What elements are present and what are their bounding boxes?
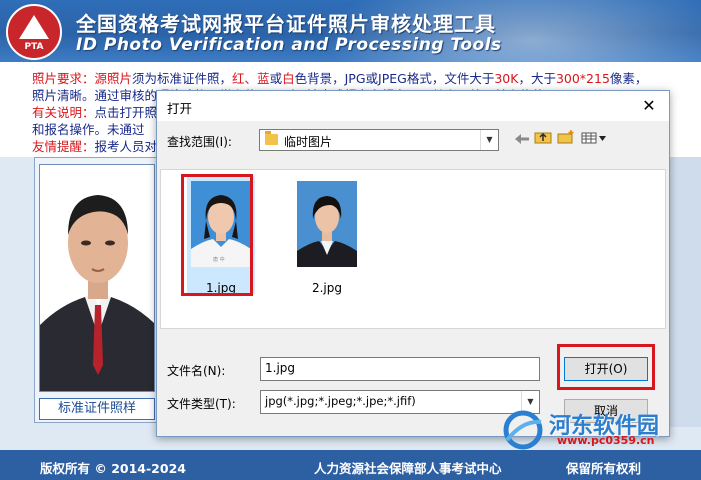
file-item-2[interactable]: 2.jpg [293, 176, 361, 295]
pta-logo-icon: PTA [6, 4, 62, 60]
file-name-2: 2.jpg [311, 281, 343, 295]
dialog-titlebar: 打开 ✕ [157, 91, 669, 121]
background-right-strip [666, 157, 701, 427]
app-header: PTA 全国资格考试网报平台证件照片审核处理工具 ID Photo Verifi… [0, 0, 701, 62]
app-title-english: ID Photo Verification and Processing Too… [76, 35, 502, 55]
filename-label: 文件名(N): [167, 364, 226, 378]
look-in-value: 临时图片 [284, 135, 333, 149]
sample-portrait-image [40, 165, 154, 391]
filetype-label: 文件类型(T): [167, 397, 236, 411]
sample-photo-label: 标准证件照样 [39, 398, 155, 420]
file-list[interactable]: 唐 中 1.jpg 2.jpg [160, 169, 666, 329]
sample-photo [39, 164, 155, 392]
open-file-dialog: 打开 ✕ 查找范围(I): 临时图片 ▼ 唐 中 1.jpg 2.jpg 文件名… [156, 90, 670, 437]
look-in-label: 查找范围(I): [167, 135, 232, 149]
footer-organization: 人力资源社会保障部人事考试中心 [314, 461, 502, 476]
file-thumbnail-2 [297, 181, 357, 267]
footer-copyright: 版权所有 © 2014-2024 [40, 461, 186, 476]
app-title-chinese: 全国资格考试网报平台证件照片审核处理工具 [76, 12, 496, 36]
folder-icon [265, 131, 278, 145]
open-button[interactable]: 打开(O) [564, 357, 648, 381]
site-watermark: 河东软件园 www.pc0359.cn [499, 408, 699, 452]
app-footer: 版权所有 © 2014-2024 人力资源社会保障部人事考试中心 保留所有权利 [0, 450, 701, 480]
file-thumbnail-1: 唐 中 [191, 181, 251, 267]
chevron-down-icon[interactable]: ▼ [480, 130, 498, 150]
notice-line-reminder: 友情提醒：报考人员对 [32, 139, 158, 154]
file-item-1[interactable]: 唐 中 1.jpg [187, 176, 255, 295]
watermark-logo-icon [503, 410, 543, 450]
watermark-url: www.pc0359.cn [557, 434, 655, 447]
filetype-dropdown[interactable]: jpg(*.jpg;*.jpeg;*.jpe;*.jfif) ▼ [260, 390, 540, 414]
close-icon[interactable]: ✕ [629, 91, 669, 121]
back-arrow-icon[interactable] [512, 129, 532, 151]
dialog-title: 打开 [167, 101, 193, 116]
logo-text: PTA [24, 42, 44, 52]
look-in-dropdown[interactable]: 临时图片 ▼ [259, 129, 499, 151]
new-folder-icon[interactable] [556, 129, 576, 151]
up-folder-icon[interactable] [533, 129, 553, 151]
file-name-1: 1.jpg [205, 281, 237, 295]
filename-input[interactable]: 1.jpg [260, 357, 540, 381]
view-menu-icon[interactable] [580, 129, 608, 151]
svg-text:唐 中: 唐 中 [213, 256, 225, 263]
logo-triangle [19, 15, 49, 39]
sample-photo-panel: 标准证件照样 [34, 157, 160, 423]
footer-rights: 保留所有权利 [566, 461, 642, 476]
filetype-value: jpg(*.jpg;*.jpeg;*.jpe;*.jfif) [265, 394, 416, 408]
